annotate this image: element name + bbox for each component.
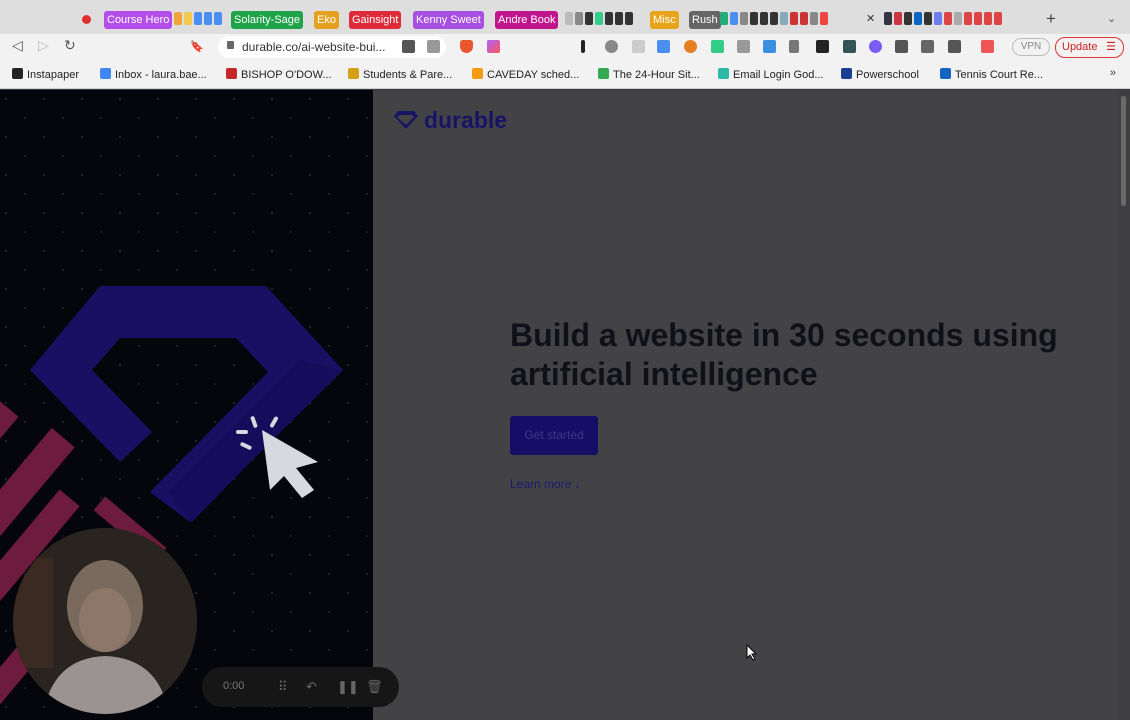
bookmark-label: Instapaper [27, 69, 79, 81]
tab-group-andre-book[interactable]: Andre Book [495, 11, 559, 29]
reading-list-icon[interactable] [921, 40, 934, 53]
update-button[interactable]: Update ☰ [1055, 37, 1124, 58]
reload-icon[interactable]: ↻ [64, 37, 76, 54]
caveday-icon [472, 68, 483, 79]
screen-ext-icon[interactable] [763, 40, 776, 53]
grip-handle-icon[interactable]: ⠿ [278, 679, 288, 695]
tab-favicons[interactable] [174, 12, 222, 27]
back-icon[interactable]: ◁ [12, 37, 23, 54]
share-icon[interactable] [427, 40, 440, 53]
diamond-logo-icon [394, 111, 418, 129]
learn-more-link[interactable]: Learn more ↓ [510, 477, 581, 491]
tennis-icon [940, 68, 951, 79]
more-bookmarks-icon[interactable]: » [1110, 67, 1116, 79]
hero-content-panel: durable Build a website in 30 seconds us… [373, 90, 1118, 720]
tab-group-solarity-sage[interactable]: Solarity-Sage [231, 11, 304, 29]
puzzle-extensions-icon[interactable] [895, 40, 908, 53]
scrollbar-thumb[interactable] [1121, 96, 1126, 206]
bookmark-item[interactable]: Students & Pare... [348, 68, 452, 81]
update-label: Update [1062, 41, 1098, 53]
bookmarks-bar: Instapaper Inbox - laura.bae... BISHOP O'D… [0, 60, 1130, 89]
recording-indicator-icon [82, 15, 91, 24]
tab-search-menu-icon[interactable]: ⌄ [1107, 12, 1116, 25]
drive-icon [598, 68, 609, 79]
bookmark-label: CAVEDAY sched... [487, 69, 580, 81]
bookmark-label: Powerschool [856, 69, 919, 81]
tab-strip: Course Hero Solarity-Sage Eko Gainsight Kenn… [0, 0, 1130, 34]
tab-favicons[interactable] [720, 12, 828, 27]
bookmark-label: BISHOP O'DOW... [241, 69, 332, 81]
menu-icon: ☰ [1106, 41, 1116, 53]
writing-ext-icon[interactable] [711, 40, 724, 53]
hero-headline: Build a website in 30 seconds using arti… [510, 317, 1058, 392]
honey-ext-icon[interactable] [684, 40, 697, 53]
undo-icon[interactable]: ↶ [306, 679, 317, 695]
bookmark-item[interactable]: BISHOP O'DOW... [226, 68, 332, 81]
grid-ext-icon[interactable] [816, 40, 829, 53]
tab-group-rush[interactable]: Rush [689, 11, 721, 29]
school-icon [226, 68, 237, 79]
document-icon [348, 68, 359, 79]
sidebar-icon[interactable] [948, 40, 961, 53]
tab-group-course-hero[interactable]: Course Hero [104, 11, 173, 29]
brand-name: durable [424, 106, 508, 133]
url-text[interactable]: durable.co/ai-website-bui... [242, 40, 385, 54]
webcam-feed-image [13, 528, 197, 714]
recorder-controls: 0:00 ⠿ ↶ ❚❚ 🗑 [202, 667, 399, 707]
email-icon [718, 68, 729, 79]
page-scrollbar[interactable] [1118, 90, 1130, 720]
browser-toolbar: ◁ ▷ ↻ 🔖 durable.co/ai-website-bui... VPN… [0, 34, 1130, 60]
tab-favicons[interactable] [884, 12, 1002, 27]
bookmark-item[interactable]: Email Login God... [718, 68, 824, 81]
wallet-icon[interactable] [981, 40, 994, 53]
dropper-ext-icon[interactable] [843, 40, 856, 53]
tab-group-kenny-sweet[interactable]: Kenny Sweet [413, 11, 484, 29]
new-tab-icon[interactable]: + [1046, 9, 1056, 29]
delete-icon[interactable]: 🗑 [366, 679, 383, 695]
pause-icon[interactable]: ❚❚ [337, 679, 359, 695]
extension-icon[interactable] [632, 40, 645, 53]
webcam-avatar[interactable] [13, 528, 197, 714]
bookmark-page-icon[interactable]: 🔖 [190, 40, 204, 53]
bookmark-label: Email Login God... [733, 69, 824, 81]
translate-ext-icon[interactable] [657, 40, 670, 53]
google-icon [100, 68, 111, 79]
forward-icon[interactable]: ▷ [38, 37, 49, 54]
instapaper-ext-icon[interactable] [581, 40, 585, 53]
tab-group-misc[interactable]: Misc [650, 11, 679, 29]
instapaper-icon [12, 68, 23, 79]
screenshot-ext-icon[interactable] [737, 40, 750, 53]
tab-group-gainsight[interactable]: Gainsight [349, 11, 402, 29]
bookmark-label: Tennis Court Re... [955, 69, 1044, 81]
mouse-cursor-icon [746, 644, 758, 661]
tab-group-eko[interactable]: Eko [314, 11, 339, 29]
brave-shield-icon[interactable] [460, 40, 473, 53]
camera-off-icon[interactable] [402, 40, 415, 53]
rewards-icon[interactable] [487, 40, 500, 53]
ai-ext-icon[interactable] [869, 40, 882, 53]
bookmark-item[interactable]: CAVEDAY sched... [472, 68, 579, 81]
bookmark-item[interactable]: Instapaper [12, 68, 79, 81]
bookmark-item[interactable]: Inbox - laura.bae... [100, 68, 207, 81]
recording-timer: 0:00 [223, 680, 245, 692]
bookmark-item[interactable]: The 24-Hour Sit... [598, 68, 700, 81]
powerschool-icon [841, 68, 852, 79]
vpn-label: VPN [1020, 41, 1042, 52]
tab-favicons[interactable] [565, 12, 633, 27]
vpn-button[interactable]: VPN [1012, 38, 1050, 56]
durable-logo[interactable]: durable [393, 106, 507, 134]
bookmark-label: The 24-Hour Sit... [613, 69, 700, 81]
bookmark-label: Inbox - laura.bae... [115, 69, 207, 81]
pen-ext-icon[interactable] [789, 40, 799, 53]
lock-icon [227, 41, 234, 49]
check-ext-icon[interactable] [605, 40, 618, 53]
bookmark-item[interactable]: Tennis Court Re... [940, 68, 1043, 81]
bookmark-label: Students & Pare... [363, 69, 453, 81]
bookmark-item[interactable]: Powerschool [841, 68, 919, 81]
close-tab-icon[interactable]: ✕ [866, 12, 875, 25]
get-started-button[interactable]: Get started [510, 416, 598, 455]
